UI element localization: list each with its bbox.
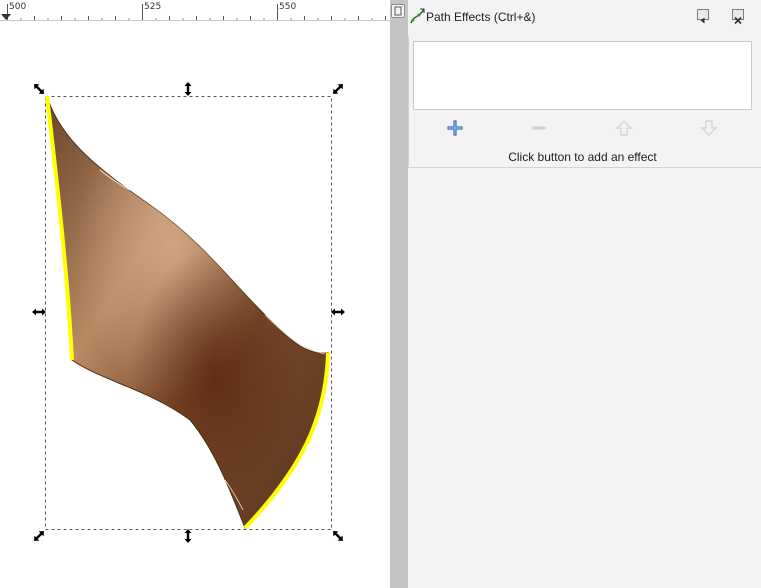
move-down-button[interactable] [698, 118, 720, 138]
close-icon [734, 16, 742, 25]
scale-handle-top-left [34, 84, 44, 94]
path-effects-icon [410, 8, 425, 24]
horizontal-ruler[interactable]: 500 525 550 [0, 0, 390, 21]
panel-title: Path Effects (Ctrl+&) [426, 10, 536, 24]
arrow-down-icon [700, 120, 718, 136]
panel-separator [408, 167, 761, 168]
move-up-button[interactable] [613, 118, 635, 138]
panel-close-button[interactable] [732, 9, 744, 25]
scale-handle-top-right [333, 84, 343, 94]
add-effect-button[interactable] [444, 118, 466, 138]
dock-icon [394, 6, 402, 16]
scale-handle-bottom-left [34, 531, 44, 541]
drawing-canvas[interactable] [0, 21, 390, 588]
ruler-label-525: 525 [144, 2, 162, 12]
add-effect-hint: Click button to add an effect [508, 150, 657, 164]
scale-handle-bottom [184, 529, 192, 543]
path-effects-panel: Path Effects (Ctrl+&) Click button to ad… [408, 0, 761, 588]
panel-header: Path Effects (Ctrl+&) [408, 0, 761, 36]
triangle-left-icon [700, 17, 705, 24]
scale-handle-top [184, 82, 192, 96]
panel-divider[interactable] [390, 0, 408, 588]
add-icon [447, 120, 463, 136]
remove-icon [532, 126, 546, 130]
ruler-label-500: 500 [9, 2, 27, 12]
remove-effect-button[interactable] [528, 118, 550, 138]
panel-iconify-button[interactable] [697, 9, 709, 24]
dock-collapse-handle[interactable] [391, 4, 405, 18]
ruler-ticks [7, 4, 386, 20]
canvas-drawing[interactable] [0, 21, 390, 588]
scale-handle-right [331, 308, 345, 316]
selected-path-shape[interactable] [46, 95, 329, 529]
ruler-position-marker [1, 14, 11, 20]
panel-border [408, 36, 409, 167]
arrow-up-icon [615, 120, 633, 136]
scale-handle-left [32, 308, 46, 316]
ruler-label-550: 550 [279, 2, 297, 12]
effect-list[interactable] [413, 41, 752, 110]
scale-handle-bottom-right [333, 531, 343, 541]
